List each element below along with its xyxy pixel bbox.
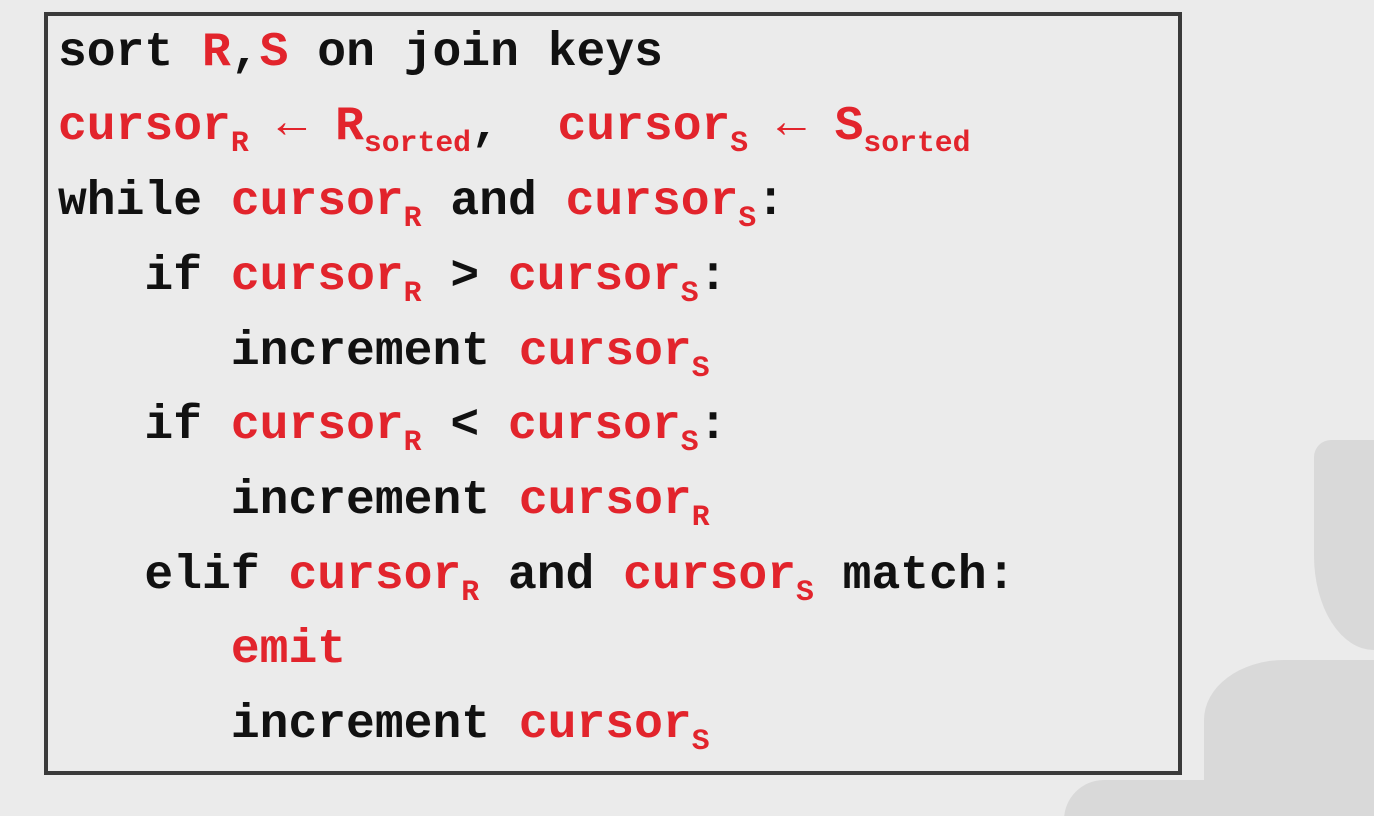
text-match: match: bbox=[814, 549, 1016, 603]
sub-S: S bbox=[692, 724, 710, 758]
code-line-2: cursorR ← Rsorted, cursorS ← Ssorted bbox=[58, 90, 1168, 165]
sub-S: S bbox=[692, 351, 710, 385]
cursor-word: cursor bbox=[58, 100, 231, 154]
text-and: and bbox=[479, 549, 623, 603]
cursor-word: cursor bbox=[508, 250, 681, 304]
text-and: and bbox=[422, 175, 566, 229]
code-line-9: emit bbox=[58, 613, 1168, 687]
text-increment: increment bbox=[231, 698, 519, 752]
pseudocode-box: sort R,S on join keys cursorR ← Rsorted,… bbox=[44, 12, 1182, 775]
indent bbox=[58, 698, 231, 752]
cursor-word: cursor bbox=[231, 250, 404, 304]
var-R: R bbox=[202, 26, 231, 80]
sep: , bbox=[471, 100, 557, 154]
sub-S: S bbox=[738, 201, 756, 235]
S-base: S bbox=[835, 100, 864, 154]
var-S: S bbox=[260, 26, 289, 80]
text-increment: increment bbox=[231, 325, 519, 379]
colon: : bbox=[699, 250, 728, 304]
cursor-word: cursor bbox=[288, 549, 461, 603]
page: sort R,S on join keys cursorR ← Rsorted,… bbox=[0, 0, 1374, 816]
R-base: R bbox=[335, 100, 364, 154]
sub-S: S bbox=[796, 575, 814, 609]
cursor-word: cursor bbox=[519, 325, 692, 379]
decorative-shape bbox=[1204, 660, 1374, 780]
var-S-sorted: Ssorted bbox=[835, 100, 971, 154]
decorative-shape bbox=[1064, 780, 1374, 816]
space bbox=[202, 175, 231, 229]
comma: , bbox=[231, 26, 260, 80]
cursor-word: cursor bbox=[508, 399, 681, 453]
indent bbox=[58, 623, 231, 677]
decorative-shape bbox=[1314, 440, 1374, 650]
var-cursor-S: cursorS bbox=[508, 399, 699, 453]
sub-S: S bbox=[681, 425, 699, 459]
var-cursor-S: cursorS bbox=[623, 549, 814, 603]
kw-if: if bbox=[144, 399, 202, 453]
indent bbox=[58, 250, 144, 304]
cursor-word: cursor bbox=[231, 175, 404, 229]
var-cursor-S: cursorS bbox=[566, 175, 757, 229]
var-cursor-S: cursorS bbox=[557, 100, 748, 154]
assign-arrow-icon: ← bbox=[748, 88, 834, 162]
code-line-6: if cursorR < cursorS: bbox=[58, 389, 1168, 464]
kw-sort: sort bbox=[58, 26, 202, 80]
var-cursor-S: cursorS bbox=[519, 698, 710, 752]
cursor-word: cursor bbox=[623, 549, 796, 603]
indent bbox=[58, 549, 144, 603]
cursor-word: cursor bbox=[231, 399, 404, 453]
sub-R: R bbox=[404, 425, 422, 459]
cursor-word: cursor bbox=[519, 698, 692, 752]
space bbox=[202, 250, 231, 304]
text-on-join-keys: on join keys bbox=[288, 26, 662, 80]
code-line-7: increment cursorR bbox=[58, 464, 1168, 539]
colon: : bbox=[699, 399, 728, 453]
code-line-10: increment cursorS bbox=[58, 688, 1168, 763]
sub-R: R bbox=[461, 575, 479, 609]
var-cursor-S: cursorS bbox=[519, 325, 710, 379]
cursor-word: cursor bbox=[557, 100, 730, 154]
assign-arrow-icon: ← bbox=[249, 88, 335, 162]
kw-emit: emit bbox=[231, 623, 346, 677]
code-line-4: if cursorR > cursorS: bbox=[58, 240, 1168, 315]
sub-R: R bbox=[692, 500, 710, 534]
code-line-8: elif cursorR and cursorS match: bbox=[58, 539, 1168, 614]
sub-S: S bbox=[730, 126, 748, 160]
code-line-1: sort R,S on join keys bbox=[58, 16, 1168, 90]
var-cursor-R: cursorR bbox=[231, 250, 422, 304]
indent bbox=[58, 399, 144, 453]
var-cursor-R: cursorR bbox=[288, 549, 479, 603]
kw-if: if bbox=[144, 250, 202, 304]
var-cursor-R: cursorR bbox=[231, 175, 422, 229]
indent bbox=[58, 474, 231, 528]
sub-sorted: sorted bbox=[863, 126, 970, 160]
sub-S: S bbox=[681, 276, 699, 310]
var-cursor-R: cursorR bbox=[58, 100, 249, 154]
sub-R: R bbox=[231, 126, 249, 160]
op-gt: > bbox=[422, 250, 508, 304]
var-cursor-S: cursorS bbox=[508, 250, 699, 304]
code-line-5: increment cursorS bbox=[58, 315, 1168, 390]
kw-while: while bbox=[58, 175, 202, 229]
var-R-sorted: Rsorted bbox=[335, 100, 471, 154]
sub-sorted: sorted bbox=[364, 126, 471, 160]
space bbox=[260, 549, 289, 603]
text-increment: increment bbox=[231, 474, 519, 528]
space bbox=[202, 399, 231, 453]
kw-elif: elif bbox=[144, 549, 259, 603]
sub-R: R bbox=[404, 276, 422, 310]
code-line-3: while cursorR and cursorS: bbox=[58, 165, 1168, 240]
var-cursor-R: cursorR bbox=[519, 474, 710, 528]
var-cursor-R: cursorR bbox=[231, 399, 422, 453]
op-lt: < bbox=[422, 399, 508, 453]
cursor-word: cursor bbox=[519, 474, 692, 528]
colon: : bbox=[756, 175, 785, 229]
cursor-word: cursor bbox=[566, 175, 739, 229]
indent bbox=[58, 325, 231, 379]
sub-R: R bbox=[404, 201, 422, 235]
